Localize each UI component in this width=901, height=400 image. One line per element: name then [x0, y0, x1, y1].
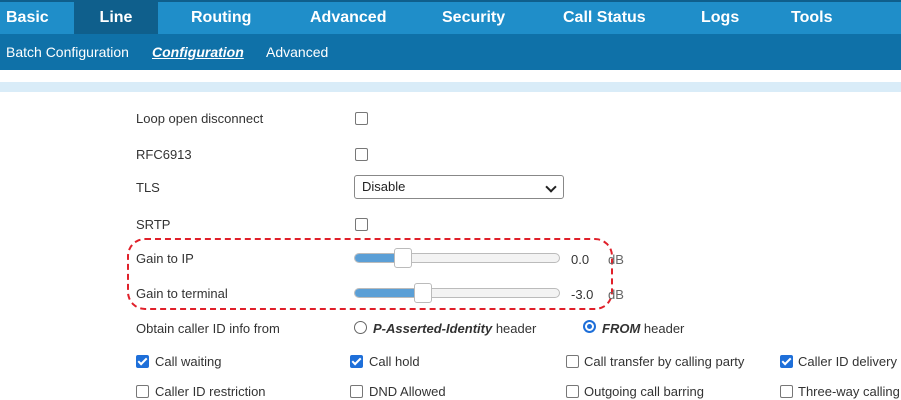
srtp-checkbox[interactable] [355, 218, 368, 231]
radio-p-asserted-identity[interactable] [354, 321, 367, 334]
gain-to-terminal-label: Gain to terminal [136, 286, 228, 301]
three-way-calling-label: Three-way calling [798, 384, 900, 399]
tab-advanced[interactable]: Advanced [310, 2, 386, 34]
call-transfer-label: Call transfer by calling party [584, 354, 745, 369]
subtab-advanced[interactable]: Advanced [266, 34, 328, 70]
from-text: FROM [602, 321, 641, 336]
outgoing-call-barring-label: Outgoing call barring [584, 384, 704, 399]
subtab-configuration[interactable]: Configuration [152, 34, 244, 70]
p-asserted-identity-text: P-Asserted-Identity [373, 321, 493, 336]
tab-line[interactable]: Line [74, 2, 158, 34]
radio-from[interactable] [583, 320, 596, 333]
gain-to-ip-value: 0.0 [571, 252, 590, 267]
tab-logs[interactable]: Logs [701, 2, 739, 34]
caller-id-source-label: Obtain caller ID info from [136, 321, 280, 336]
tab-basic[interactable]: Basic [6, 2, 49, 34]
dnd-allowed-label: DND Allowed [369, 384, 446, 399]
gain-to-terminal-slider-fill [355, 289, 416, 297]
tab-tools[interactable]: Tools [791, 2, 832, 34]
gain-to-ip-slider-fill [355, 254, 396, 262]
rfc6913-checkbox[interactable] [355, 148, 368, 161]
p-asserted-identity-suffix: header [495, 321, 537, 336]
gain-to-terminal-slider-thumb[interactable] [414, 283, 432, 303]
loop-open-disconnect-checkbox[interactable] [355, 112, 368, 125]
tls-select[interactable]: Disable [354, 175, 564, 199]
rfc6913-label: RFC6913 [136, 147, 192, 162]
sub-nav: Batch Configuration Configuration Advanc… [0, 34, 901, 70]
call-hold-label: Call hold [369, 354, 420, 369]
gain-to-ip-slider-thumb[interactable] [394, 248, 412, 268]
caller-id-delivery-checkbox[interactable] [780, 355, 793, 368]
caller-id-restriction-label: Caller ID restriction [155, 384, 266, 399]
subtab-batch-configuration[interactable]: Batch Configuration [6, 34, 129, 70]
gain-to-ip-label: Gain to IP [136, 251, 194, 266]
gain-to-terminal-value: -3.0 [571, 287, 594, 302]
call-waiting-label: Call waiting [155, 354, 222, 369]
content-top-bar [0, 82, 901, 92]
gain-to-ip-unit: dB [608, 252, 624, 267]
from-suffix: header [643, 321, 685, 336]
call-hold-checkbox[interactable] [350, 355, 363, 368]
srtp-label: SRTP [136, 217, 171, 232]
tab-routing[interactable]: Routing [191, 2, 251, 34]
tab-security[interactable]: Security [442, 2, 505, 34]
tls-label: TLS [136, 180, 160, 195]
tab-call-status[interactable]: Call Status [563, 2, 646, 34]
loop-open-disconnect-label: Loop open disconnect [136, 111, 264, 126]
radio-from-label: FROM header [602, 321, 684, 337]
gain-to-terminal-slider[interactable] [354, 283, 560, 303]
chevron-down-icon [545, 181, 557, 193]
gain-to-terminal-unit: dB [608, 287, 624, 302]
gain-to-ip-slider[interactable] [354, 248, 560, 268]
radio-p-asserted-identity-label: P-Asserted-Identity header [373, 321, 536, 337]
caller-id-delivery-label: Caller ID delivery [798, 354, 897, 369]
call-waiting-checkbox[interactable] [136, 355, 149, 368]
call-transfer-checkbox[interactable] [566, 355, 579, 368]
tls-selected-value: Disable [362, 179, 406, 194]
main-nav: Basic Line Routing Advanced Security Cal… [0, 0, 901, 34]
